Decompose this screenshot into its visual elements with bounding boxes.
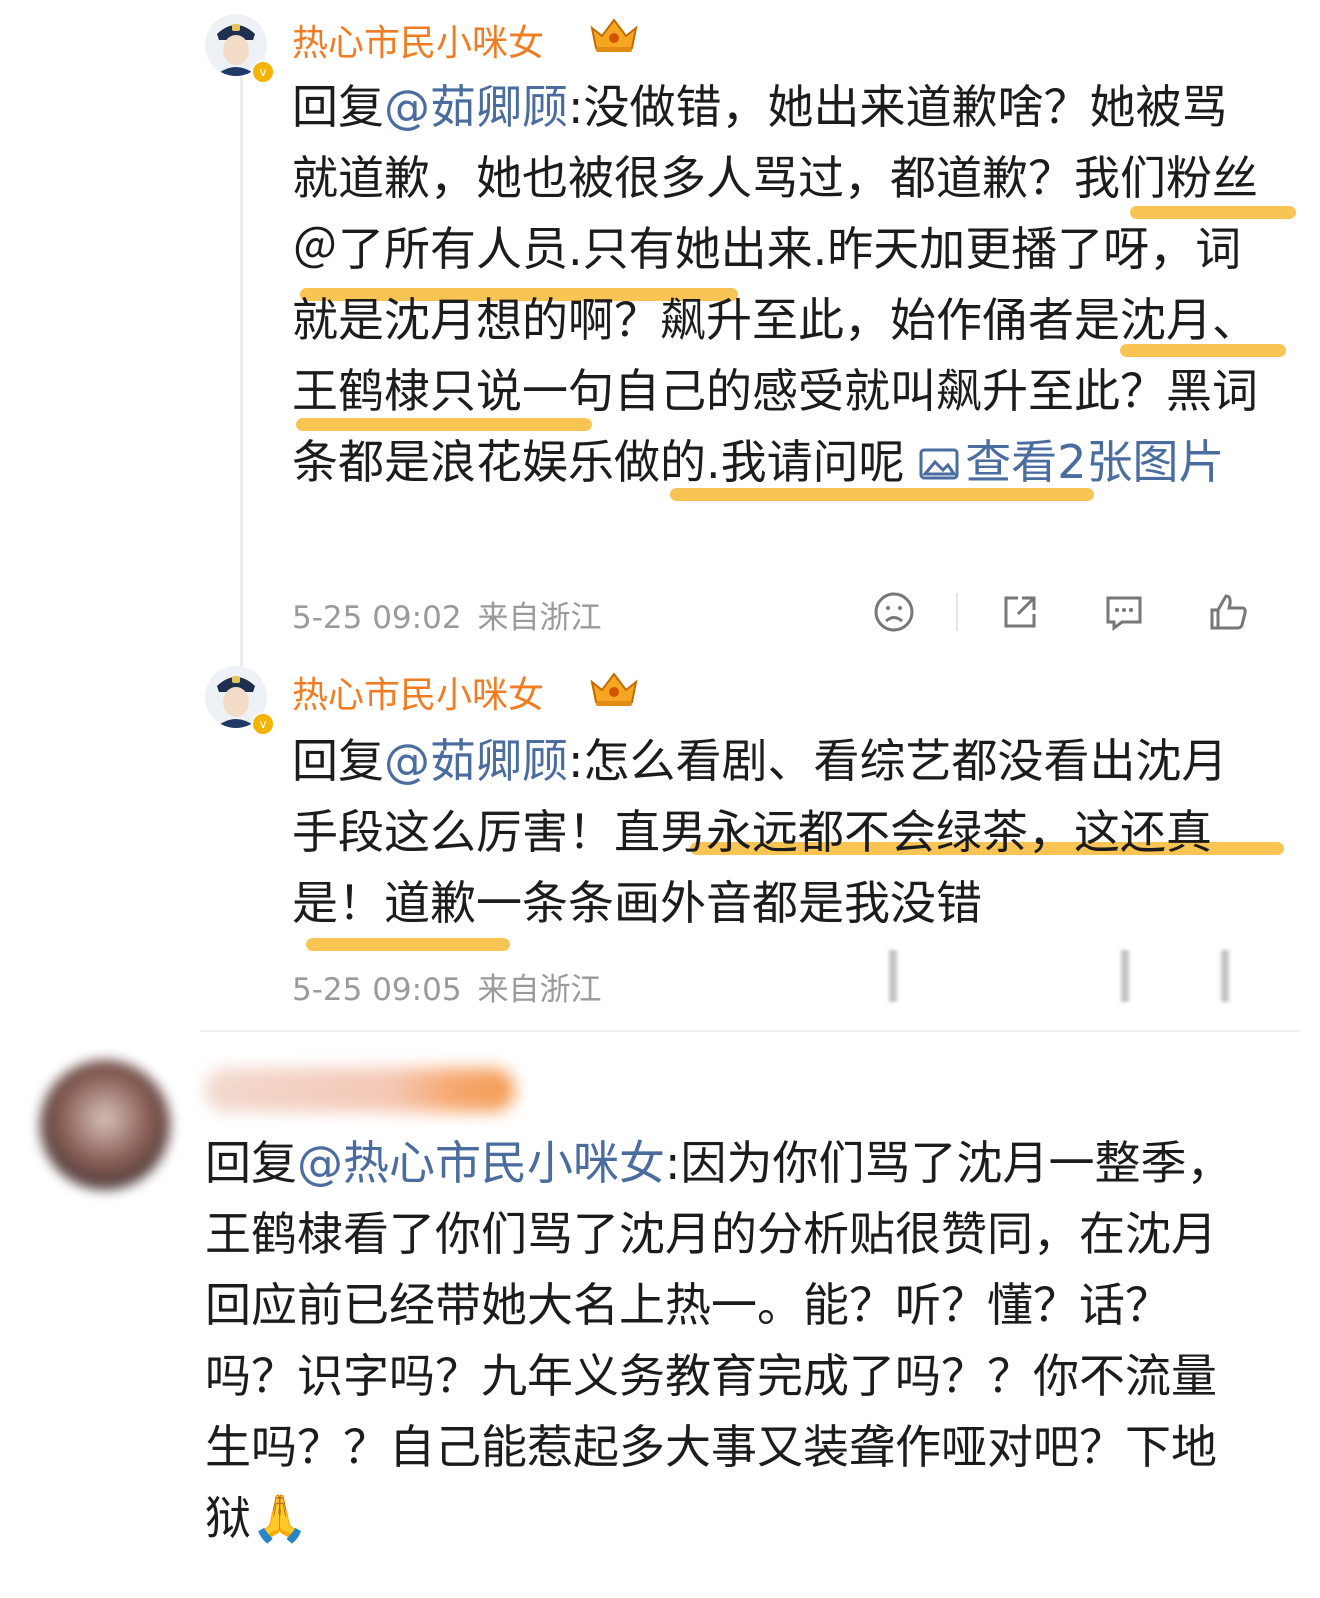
comment-body: 回复@茹卿顾:怎么看剧、看综艺都没看出沈月手段这么厉害！直男永远都不会绿茶，这还… (292, 726, 1272, 939)
comment-divider (200, 1030, 1300, 1032)
comment-location: 来自浙江 (477, 972, 602, 1008)
reply-prefix: 回复 (292, 734, 384, 788)
comment-location: 来自浙江 (477, 600, 602, 636)
blurred-username[interactable] (205, 1068, 515, 1112)
comment-username[interactable]: 热心市民小咪女 (292, 666, 544, 718)
comment-meta: 5-25 09:05 来自浙江 (292, 964, 618, 1009)
mention-link[interactable]: @茹卿顾 (384, 80, 568, 134)
verified-badge-icon: v (251, 60, 275, 84)
comment-time: 5-25 09:05 (292, 972, 462, 1008)
view-images-label: 查看2张图片 (965, 435, 1225, 489)
faded-action-icon (888, 950, 898, 1002)
comment-icon[interactable] (1102, 590, 1146, 634)
mention-link[interactable]: @茹卿顾 (384, 734, 568, 788)
view-images-link[interactable]: 查看2张图片 (919, 435, 1225, 489)
blurred-avatar[interactable] (40, 1060, 170, 1190)
crown-badge-icon (590, 672, 638, 706)
thread-line (240, 60, 243, 700)
crown-badge-icon (590, 18, 638, 52)
comment-actions (872, 590, 1250, 634)
thumbs-up-icon[interactable] (1206, 590, 1250, 634)
action-separator (956, 593, 958, 631)
verified-badge-icon: v (251, 712, 275, 736)
comment-text: :因为你们骂了沈月一整季，王鹤棣看了你们骂了沈月的分析贴很赞同，在沈月回应前已经… (205, 1136, 1233, 1545)
faded-action-icon (1220, 950, 1230, 1002)
faded-action-icon (1120, 950, 1130, 1002)
reply-prefix: 回复 (292, 80, 384, 134)
praying-hands-icon: 🙏 (251, 1491, 309, 1545)
comment-text: :没做错，她出来道歉啥？她被骂就道歉，她也被很多人骂过，都道歉？我们粉丝＠了所有… (292, 80, 1258, 489)
share-icon[interactable] (998, 590, 1042, 634)
comment-time: 5-25 09:02 (292, 600, 462, 636)
sad-face-icon[interactable] (872, 590, 916, 634)
image-icon (919, 448, 959, 480)
comment-username[interactable]: 热心市民小咪女 (292, 14, 544, 66)
comment-meta: 5-25 09:02 来自浙江 (292, 592, 618, 637)
comment-body: 回复@热心市民小咪女:因为你们骂了沈月一整季，王鹤棣看了你们骂了沈月的分析贴很赞… (205, 1128, 1235, 1554)
highlight-mark (306, 938, 510, 951)
mention-link[interactable]: @热心市民小咪女 (297, 1136, 665, 1190)
comment-body: 回复@茹卿顾:没做错，她出来道歉啥？她被骂就道歉，她也被很多人骂过，都道歉？我们… (292, 72, 1272, 498)
reply-prefix: 回复 (205, 1136, 297, 1190)
